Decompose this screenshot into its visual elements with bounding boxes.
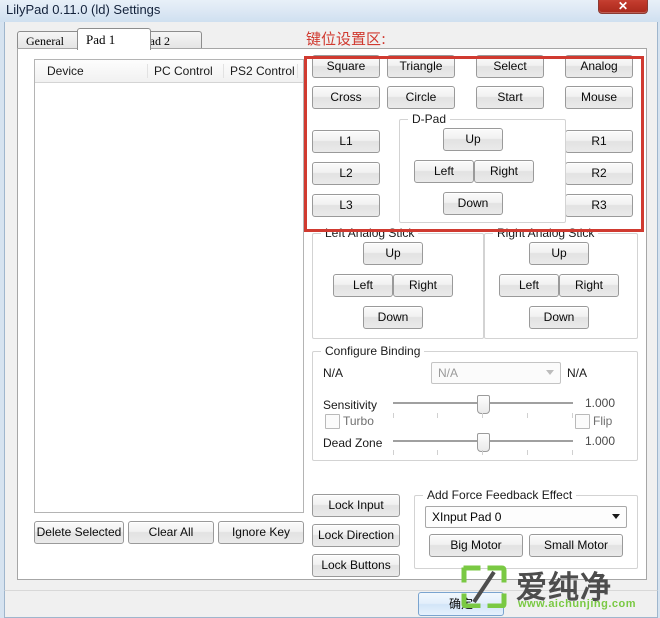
watermark-logo-icon	[461, 565, 507, 608]
binding-combo-value: N/A	[438, 366, 459, 380]
clear-all-button[interactable]: Clear All	[128, 521, 214, 544]
lock-direction-button[interactable]: Lock Direction	[312, 524, 400, 547]
right-analog-stick-group: Right Analog Stick Up Left Right Down	[484, 226, 638, 339]
binding-right-value: N/A	[567, 366, 588, 380]
sensitivity-value: 1.000	[585, 396, 616, 410]
force-feedback-device-combo[interactable]: XInput Pad 0	[425, 506, 627, 528]
binding-left-value: N/A	[323, 366, 344, 380]
turbo-checkbox[interactable]	[325, 414, 340, 429]
right-stick-right-button[interactable]: Right	[559, 274, 619, 297]
device-list-body[interactable]	[35, 83, 303, 511]
left-analog-stick-group: Left Analog Stick Up Left Right Down	[312, 226, 484, 339]
deadzone-label: Dead Zone	[323, 436, 383, 450]
right-stick-left-button[interactable]: Left	[499, 274, 559, 297]
close-button[interactable]: ✕	[598, 0, 648, 14]
left-stick-down-button[interactable]: Down	[363, 306, 423, 329]
delete-selected-button[interactable]: Delete Selected	[34, 521, 124, 544]
sensitivity-slider[interactable]	[393, 394, 573, 414]
small-motor-button[interactable]: Small Motor	[529, 534, 623, 557]
annotation-text: 键位设置区:	[306, 30, 387, 48]
sensitivity-slider-ticks	[393, 413, 573, 418]
lock-input-button[interactable]: Lock Input	[312, 494, 400, 517]
window-title: LilyPad 0.11.0 (ld) Settings	[6, 2, 161, 17]
column-header-device[interactable]: Device	[41, 64, 84, 78]
watermark-url: www.aichunjing.com	[518, 598, 636, 610]
watermark: 爱纯净 www.aichunjing.com	[460, 562, 656, 616]
column-header-ps2-control[interactable]: PS2 Control	[223, 64, 295, 78]
right-stick-up-button[interactable]: Up	[529, 242, 589, 265]
device-list[interactable]: Device PC Control PS2 Control	[34, 59, 304, 513]
chevron-down-icon	[612, 514, 620, 519]
force-feedback-label: Add Force Feedback Effect	[423, 488, 577, 502]
column-header-pc-control[interactable]: PC Control	[147, 64, 213, 78]
device-list-header: Device PC Control PS2 Control	[35, 60, 303, 83]
deadzone-slider[interactable]	[393, 432, 573, 452]
big-motor-button[interactable]: Big Motor	[429, 534, 523, 557]
flip-label: Flip	[593, 414, 613, 428]
left-stick-left-button[interactable]: Left	[333, 274, 393, 297]
right-stick-down-button[interactable]: Down	[529, 306, 589, 329]
deadzone-value: 1.000	[585, 434, 616, 448]
force-feedback-group: Add Force Feedback Effect XInput Pad 0 B…	[414, 488, 638, 569]
list-action-buttons: Delete Selected Clear All Ignore Key	[34, 521, 304, 545]
binding-combo[interactable]: N/A	[431, 362, 561, 384]
left-stick-right-button[interactable]: Right	[393, 274, 453, 297]
tab-pad-1[interactable]: Pad 1	[77, 28, 151, 50]
sensitivity-label: Sensitivity	[323, 398, 378, 412]
turbo-label: Turbo	[343, 414, 374, 428]
ignore-key-button[interactable]: Ignore Key	[218, 521, 304, 544]
force-feedback-device-value: XInput Pad 0	[432, 510, 502, 524]
chevron-down-icon	[546, 370, 554, 375]
deadzone-slider-ticks	[393, 450, 573, 455]
flip-checkbox[interactable]	[575, 414, 590, 429]
sensitivity-slider-thumb[interactable]	[477, 395, 490, 414]
window-title-bar: LilyPad 0.11.0 (ld) Settings ✕	[0, 0, 660, 22]
configure-binding-group: Configure Binding N/A N/A N/A Sensitivit…	[312, 344, 638, 461]
close-icon: ✕	[617, 0, 629, 13]
annotation-highlight-box	[304, 56, 644, 232]
lock-buttons-button[interactable]: Lock Buttons	[312, 554, 400, 577]
left-stick-up-button[interactable]: Up	[363, 242, 423, 265]
configure-binding-label: Configure Binding	[321, 344, 425, 358]
